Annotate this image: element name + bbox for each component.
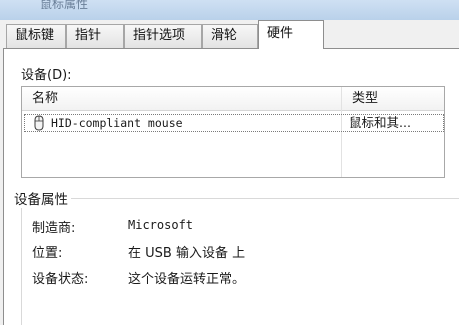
column-divider[interactable] bbox=[341, 87, 342, 177]
column-name[interactable]: 名称 bbox=[22, 87, 342, 111]
location-label: 位置: bbox=[32, 246, 63, 261]
tab-label: 硬件 bbox=[267, 26, 294, 41]
tab-wheel[interactable]: 滑轮 bbox=[202, 24, 258, 48]
column-type[interactable]: 类型 bbox=[342, 87, 444, 111]
device-list-header: 名称 类型 bbox=[22, 87, 444, 111]
manufacturer-label: 制造商: bbox=[32, 221, 76, 236]
mouse-icon bbox=[34, 115, 44, 131]
device-properties-group bbox=[21, 198, 459, 325]
device-status-value: 这个设备运转正常。 bbox=[128, 272, 246, 287]
tab-pointers[interactable]: 指针 bbox=[66, 24, 124, 48]
tab-buttons[interactable]: 鼠标键 bbox=[6, 24, 66, 48]
tab-label: 鼠标键 bbox=[15, 28, 55, 43]
window-title: 鼠标属性 bbox=[40, 0, 89, 11]
devices-label: 设备(D): bbox=[21, 68, 72, 83]
location-value: 在 USB 输入设备 上 bbox=[128, 246, 246, 261]
window-titlebar[interactable]: 鼠标属性 bbox=[0, 0, 459, 20]
manufacturer-value: Microsoft bbox=[128, 218, 194, 232]
device-list[interactable]: 名称 类型 HID-compliant mouse 鼠标和其... bbox=[21, 86, 445, 178]
tab-pointer-options[interactable]: 指针选项 bbox=[124, 24, 202, 48]
device-name: HID-compliant mouse bbox=[51, 116, 183, 130]
tab-label: 指针选项 bbox=[133, 28, 186, 43]
device-properties-title: 设备属性 bbox=[11, 188, 71, 208]
tab-hardware[interactable]: 硬件 bbox=[258, 20, 324, 49]
device-type: 鼠标和其... bbox=[349, 115, 411, 130]
tab-label: 滑轮 bbox=[211, 28, 238, 43]
device-status-label: 设备状态: bbox=[32, 272, 89, 287]
device-row[interactable]: HID-compliant mouse 鼠标和其... bbox=[24, 114, 444, 132]
tab-label: 指针 bbox=[75, 28, 102, 43]
